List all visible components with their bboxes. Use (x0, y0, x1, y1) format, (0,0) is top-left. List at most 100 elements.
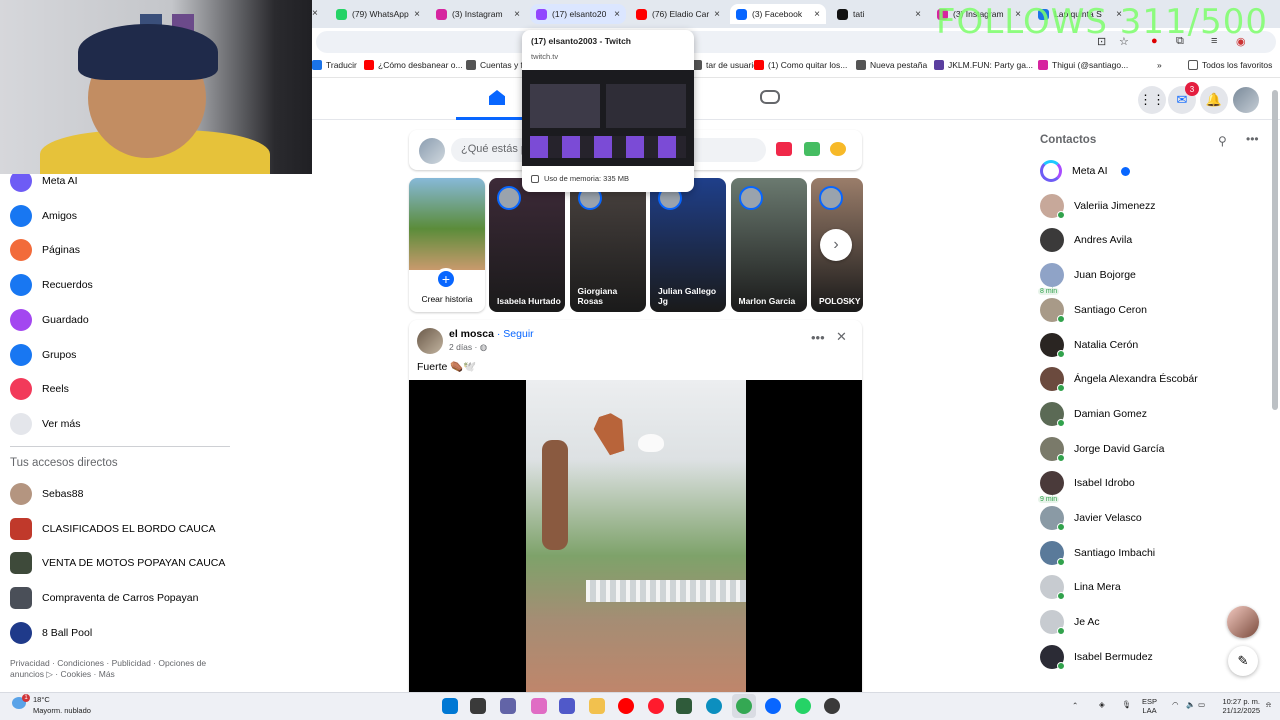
browser-tab[interactable]: (79) WhatsApp × (330, 4, 426, 24)
sidebar-item[interactable]: Guardado (10, 305, 89, 335)
volume-icon[interactable]: 🔈 (1186, 700, 1195, 709)
shortcut-item[interactable]: CLASIFICADOS EL BORDO CAUCA (10, 514, 215, 544)
language-indicator[interactable]: ESP LAA (1142, 697, 1157, 715)
sidebar-item[interactable]: Ver más (10, 409, 81, 439)
more-options-icon[interactable]: ••• (1246, 132, 1259, 146)
wifi-icon[interactable]: ◠ (1172, 700, 1179, 709)
photo-icon[interactable] (804, 142, 820, 156)
network-icon[interactable]: ◈ (1099, 700, 1105, 709)
youtube-icon[interactable] (618, 698, 634, 714)
post-time[interactable]: 2 días · (449, 342, 480, 352)
bookmark-item[interactable]: Nueva pestaña (856, 60, 927, 70)
copilot-icon[interactable] (531, 698, 547, 714)
chevron-right-icon[interactable]: › (820, 229, 852, 261)
close-icon[interactable]: ✕ (836, 329, 847, 345)
story-card[interactable]: Julian Gallego Jg (650, 178, 726, 312)
sidebar-item[interactable]: Reels (10, 374, 69, 404)
teams-icon[interactable] (559, 698, 575, 714)
whatsapp-icon[interactable] (795, 698, 811, 714)
post-author-name[interactable]: el mosca (449, 328, 494, 340)
sidebar-item[interactable]: Grupos (10, 340, 76, 370)
notification-center-icon[interactable]: ⍾ (1266, 700, 1271, 709)
calculator-icon[interactable] (676, 698, 692, 714)
microphone-icon[interactable]: 🎙 (1122, 700, 1132, 709)
chat-head-avatar[interactable] (1227, 606, 1259, 638)
facebook-icon[interactable] (765, 698, 781, 714)
notifications-bell-icon[interactable]: 🔔 (1200, 86, 1228, 114)
shortcut-item[interactable]: VENTA DE MOTOS POPAYAN CAUCA (10, 548, 225, 578)
tab-close-icon[interactable]: × (915, 9, 921, 20)
follow-label[interactable]: Seguir (503, 328, 533, 340)
sidebar-item[interactable]: Recuerdos (10, 270, 93, 300)
sidebar-item[interactable]: Amigos (10, 201, 77, 231)
clock[interactable]: 10:27 p. m. 21/12/2025 (1208, 697, 1260, 715)
bookmarks-more-button[interactable]: » (1157, 60, 1162, 70)
follow-link[interactable]: · Seguir (497, 328, 534, 340)
menu-grid-icon[interactable]: ⋮⋮ (1138, 86, 1166, 114)
contact-item[interactable]: Damian Gomez (1040, 399, 1147, 429)
contact-item[interactable]: Isabel Bermudez (1040, 642, 1153, 672)
bookmark-item[interactable]: (1) Como quitar los... (754, 60, 847, 70)
bookmark-item[interactable]: JKLM.FUN: Party ga... (934, 60, 1033, 70)
contact-item[interactable]: Natalia Cerón (1040, 330, 1138, 360)
chrome-icon[interactable] (736, 698, 752, 714)
post-author[interactable]: el mosca · Seguir (449, 328, 534, 340)
contact-item[interactable]: Jorge David García (1040, 434, 1164, 464)
scrollbar[interactable] (1272, 90, 1278, 410)
bookmark-item[interactable]: Traducir (312, 60, 357, 70)
opera-icon[interactable] (648, 698, 664, 714)
edge-icon[interactable] (706, 698, 722, 714)
bookmark-item[interactable]: Thigui (@santiago... (1038, 60, 1128, 70)
chevron-up-icon[interactable]: ⌃ (1072, 701, 1078, 710)
contact-item[interactable]: Ángela Alexandra Éscobár (1040, 364, 1198, 394)
post-author-avatar[interactable] (417, 328, 443, 354)
shortcut-item[interactable]: 8 Ball Pool (10, 618, 92, 648)
post-video[interactable] (526, 380, 746, 700)
more-options-icon[interactable]: ••• (811, 330, 825, 345)
browser-tab[interactable]: tati × (831, 4, 927, 24)
windows-start-icon[interactable] (442, 698, 458, 714)
story-card[interactable]: Isabela Hurtado (489, 178, 565, 312)
search-icon[interactable]: ⚲ (1218, 134, 1227, 148)
contact-item[interactable]: Andres Avila (1040, 225, 1132, 255)
contact-item[interactable]: Santiago Ceron (1040, 295, 1147, 325)
chat-icon[interactable] (500, 698, 516, 714)
contact-item[interactable]: Lina Mera (1040, 572, 1121, 602)
tab-close-icon[interactable]: × (814, 9, 820, 20)
tab-close-icon[interactable]: × (312, 8, 318, 19)
tab-close-icon[interactable]: × (714, 9, 720, 20)
browser-tab[interactable]: (3) Instagram × (430, 4, 526, 24)
folder-icon[interactable] (589, 698, 605, 714)
all-bookmarks-button[interactable]: Todos los favoritos (1188, 60, 1272, 70)
contact-item[interactable]: Valeriia Jimenezz (1040, 191, 1156, 221)
sidebar-item[interactable]: Páginas (10, 235, 80, 265)
post-media[interactable] (409, 380, 862, 700)
battery-icon[interactable]: ▭ (1198, 700, 1205, 709)
contact-item[interactable]: Meta AI (1040, 156, 1130, 186)
story-card[interactable]: Marlon Garcia (730, 178, 807, 312)
browser-tab[interactable]: (76) Eladio Car × (630, 4, 726, 24)
new-message-icon[interactable]: ✎ (1228, 646, 1258, 676)
contact-item[interactable]: Je Ac (1040, 607, 1100, 637)
gaming-icon[interactable] (760, 90, 780, 104)
obs-icon[interactable] (824, 698, 840, 714)
bookmark-item[interactable]: ¿Cómo desbanear o... (364, 60, 463, 70)
shortcut-item[interactable]: Compraventa de Carros Popayan (10, 583, 198, 613)
feeling-icon[interactable] (830, 142, 846, 156)
browser-tab[interactable]: (17) elsanto20 × (530, 4, 626, 24)
file-explorer-icon[interactable] (470, 698, 486, 714)
tab-close-icon[interactable]: × (614, 9, 620, 20)
bookmark-item[interactable]: Cuentas y fa (466, 60, 528, 70)
create-story-card[interactable]: + Crear historia (409, 178, 485, 312)
contact-item[interactable]: 8 min Juan Bojorge (1038, 260, 1136, 296)
contact-item[interactable]: Javier Velasco (1040, 503, 1142, 533)
browser-tab[interactable]: (3) Facebook × (730, 4, 826, 24)
shortcut-item[interactable]: Sebas88 (10, 479, 83, 509)
account-avatar[interactable] (1233, 87, 1259, 113)
legal-links[interactable]: Privacidad · Condiciones · Publicidad · … (10, 658, 220, 680)
contact-item[interactable]: Santiago Imbachi (1040, 538, 1155, 568)
story-card[interactable]: Giorgiana Rosas (569, 178, 646, 312)
avatar[interactable] (419, 138, 445, 164)
tab-close-icon[interactable]: × (514, 9, 520, 20)
live-video-icon[interactable] (776, 142, 792, 156)
